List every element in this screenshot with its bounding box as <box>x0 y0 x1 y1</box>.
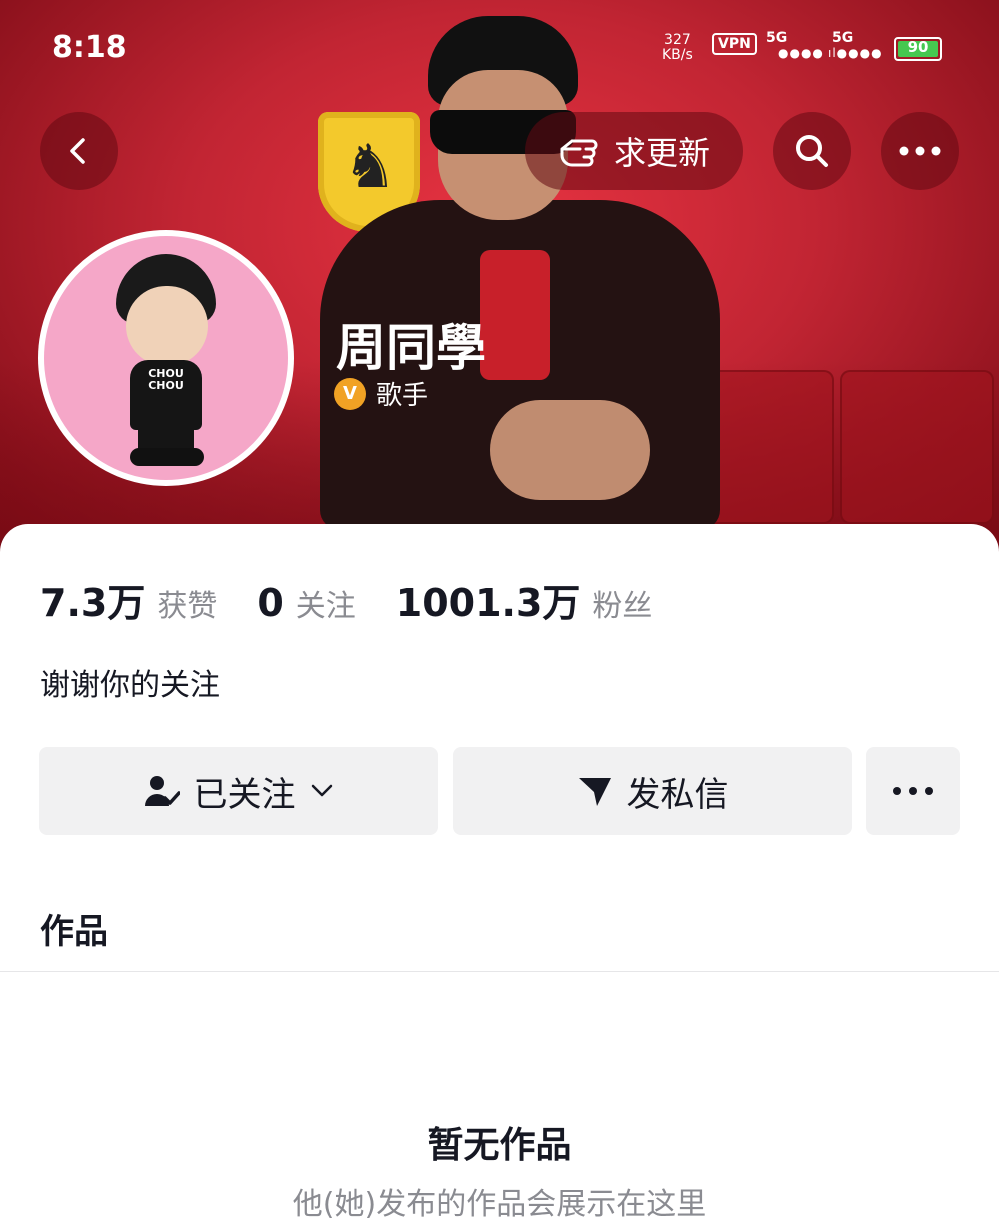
empty-works-title: 暂无作品 <box>427 1125 572 1166</box>
tab-works[interactable]: 作品 <box>40 904 108 953</box>
avatar[interactable]: CHOU CHOU <box>38 230 294 486</box>
followers-label[interactable]: 粉丝 <box>592 581 652 625</box>
urge-update-label: 求更新 <box>613 134 710 172</box>
search-button[interactable] <box>773 112 851 190</box>
profile-info-panel: 7.3万 获赞 0 关注 1001.3万 粉丝 谢谢你的关注 已关注 发私信 作… <box>0 524 999 1222</box>
signal-label-2: 5G <box>832 30 854 46</box>
network-speed: 327 KB/s <box>662 33 693 63</box>
urge-update-button[interactable]: 求更新 <box>525 112 743 190</box>
signal-bars-2-icon: ıl●●●● <box>828 46 883 60</box>
user-check-icon <box>144 776 180 806</box>
network-speed-value: 327 <box>664 32 691 48</box>
battery-level: 90 <box>907 38 929 56</box>
profile-badge-text: 歌手 <box>376 381 429 411</box>
avatar-image: CHOU CHOU <box>44 236 288 480</box>
avatar-shoes <box>130 448 204 466</box>
search-icon <box>796 135 828 167</box>
chevron-down-icon <box>311 784 332 797</box>
network-speed-unit: KB/s <box>662 47 693 63</box>
verified-v-icon: V <box>334 377 366 410</box>
stats-row: 7.3万 获赞 0 关注 1001.3万 粉丝 <box>40 572 692 627</box>
following-button-label: 已关注 <box>193 774 296 815</box>
banner-seat <box>840 370 994 524</box>
person-hands <box>490 400 650 500</box>
vpn-indicator: VPN <box>712 33 757 55</box>
back-button[interactable] <box>40 112 118 190</box>
more-dots-icon <box>893 787 933 795</box>
avatar-face <box>126 286 208 366</box>
signal-label-1: 5G <box>766 30 788 46</box>
more-options-button[interactable] <box>881 112 959 190</box>
following-count[interactable]: 0 <box>257 581 283 625</box>
person-shirt <box>480 250 550 380</box>
battery-icon: 90 <box>894 37 942 61</box>
send-message-button[interactable]: 发私信 <box>453 747 852 835</box>
profile-more-button[interactable] <box>866 747 960 835</box>
more-dots-icon <box>899 146 941 156</box>
signal-bars-1-icon: ●●●● <box>778 46 824 60</box>
profile-bio: 谢谢你的关注 <box>40 668 220 703</box>
likes-count: 7.3万 <box>40 581 146 625</box>
pointing-hand-icon <box>560 139 598 167</box>
avatar-shirt-text: CHOU CHOU <box>148 367 184 392</box>
status-time: 8:18 <box>52 30 127 65</box>
profile-name: 周同學 <box>336 319 486 377</box>
likes-label: 获赞 <box>157 589 218 624</box>
tab-divider <box>0 971 999 972</box>
following-label[interactable]: 关注 <box>296 581 356 625</box>
followers-count[interactable]: 1001.3万 <box>396 572 581 627</box>
empty-works-subtitle: 他(她)发布的作品会展示在这里 <box>292 1187 707 1222</box>
status-bar: 8:18 327 KB/s VPN 5G ●●●● 5G ıl●●●● 90 <box>0 0 999 95</box>
following-button[interactable]: 已关注 <box>39 747 438 835</box>
send-paper-plane-icon <box>578 778 611 806</box>
send-message-label: 发私信 <box>626 774 729 815</box>
back-chevron-icon <box>70 138 85 164</box>
verified-badge-row: V 歌手 <box>334 375 428 412</box>
